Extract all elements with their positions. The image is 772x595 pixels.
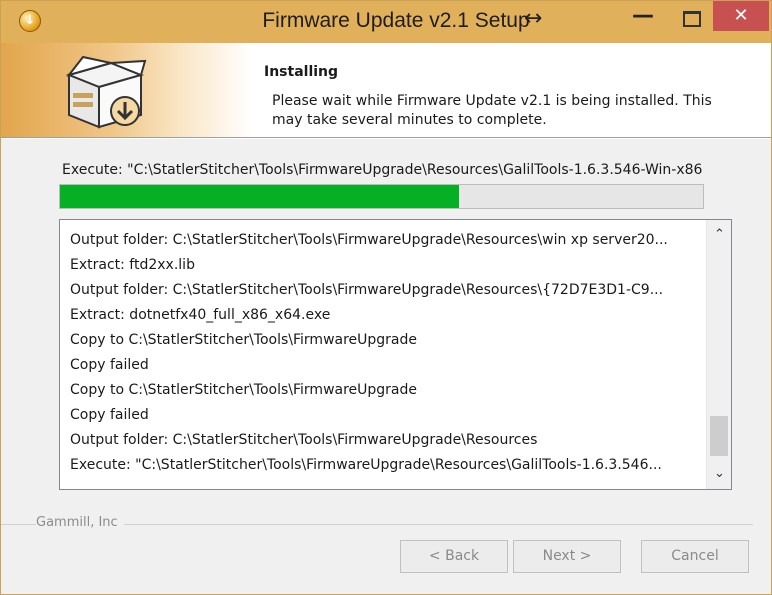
company-label: Gammill, Inc — [36, 515, 124, 530]
log-scrollbar[interactable]: ⌃ ⌄ — [706, 220, 731, 489]
log-line: Copy to C:\StatlerStitcher\Tools\Firmwar… — [70, 382, 418, 398]
log-line: Execute: "C:\StatlerStitcher\Tools\Firmw… — [70, 457, 662, 473]
progress-fill — [60, 185, 459, 208]
log-line: Output folder: C:\StatlerStitcher\Tools\… — [70, 282, 664, 298]
scroll-thumb[interactable] — [710, 416, 728, 456]
log-line: Output folder: C:\StatlerStitcher\Tools\… — [70, 232, 668, 248]
log-line: Extract: ftd2xx.lib — [70, 257, 195, 273]
log-line: Copy to C:\StatlerStitcher\Tools\Firmwar… — [70, 332, 418, 348]
log-line: Output folder: C:\StatlerStitcher\Tools\… — [70, 432, 538, 448]
install-progress-bar — [59, 184, 704, 209]
page-description: Please wait while Firmware Update v2.1 i… — [272, 93, 712, 128]
package-download-icon — [65, 55, 147, 129]
scroll-down-icon[interactable]: ⌄ — [707, 463, 732, 485]
page-title: Installing — [264, 64, 339, 80]
current-action-label: Execute: "C:\StatlerStitcher\Tools\Firmw… — [62, 162, 703, 178]
setup-window: ↓ Firmware Update v2.1 Setup ↔ — ✕ Insta… — [0, 0, 772, 595]
back-button[interactable]: < Back — [400, 540, 508, 573]
resize-arrows-icon: ↔ — [524, 6, 543, 31]
header-divider — [1, 137, 771, 139]
cancel-button[interactable]: Cancel — [641, 540, 749, 573]
minimize-button[interactable]: — — [627, 5, 659, 33]
close-button[interactable]: ✕ — [713, 1, 769, 31]
next-button[interactable]: Next > — [513, 540, 621, 573]
maximize-button[interactable] — [675, 5, 707, 33]
scroll-up-icon[interactable]: ⌃ — [707, 224, 732, 246]
title-bar[interactable]: ↓ Firmware Update v2.1 Setup ↔ — ✕ — [1, 1, 771, 43]
header-banner — [1, 43, 251, 137]
log-line: Copy failed — [70, 407, 149, 423]
log-list: Output folder: C:\StatlerStitcher\Tools\… — [70, 228, 700, 478]
installer-header: Installing Please wait while Firmware Up… — [1, 43, 771, 137]
log-line: Copy failed — [70, 357, 149, 373]
install-log[interactable]: Output folder: C:\StatlerStitcher\Tools\… — [59, 219, 732, 490]
window-title-text: Firmware Update v2.1 Setup — [262, 9, 530, 32]
log-line: Extract: dotnetfx40_full_x86_x64.exe — [70, 307, 331, 323]
